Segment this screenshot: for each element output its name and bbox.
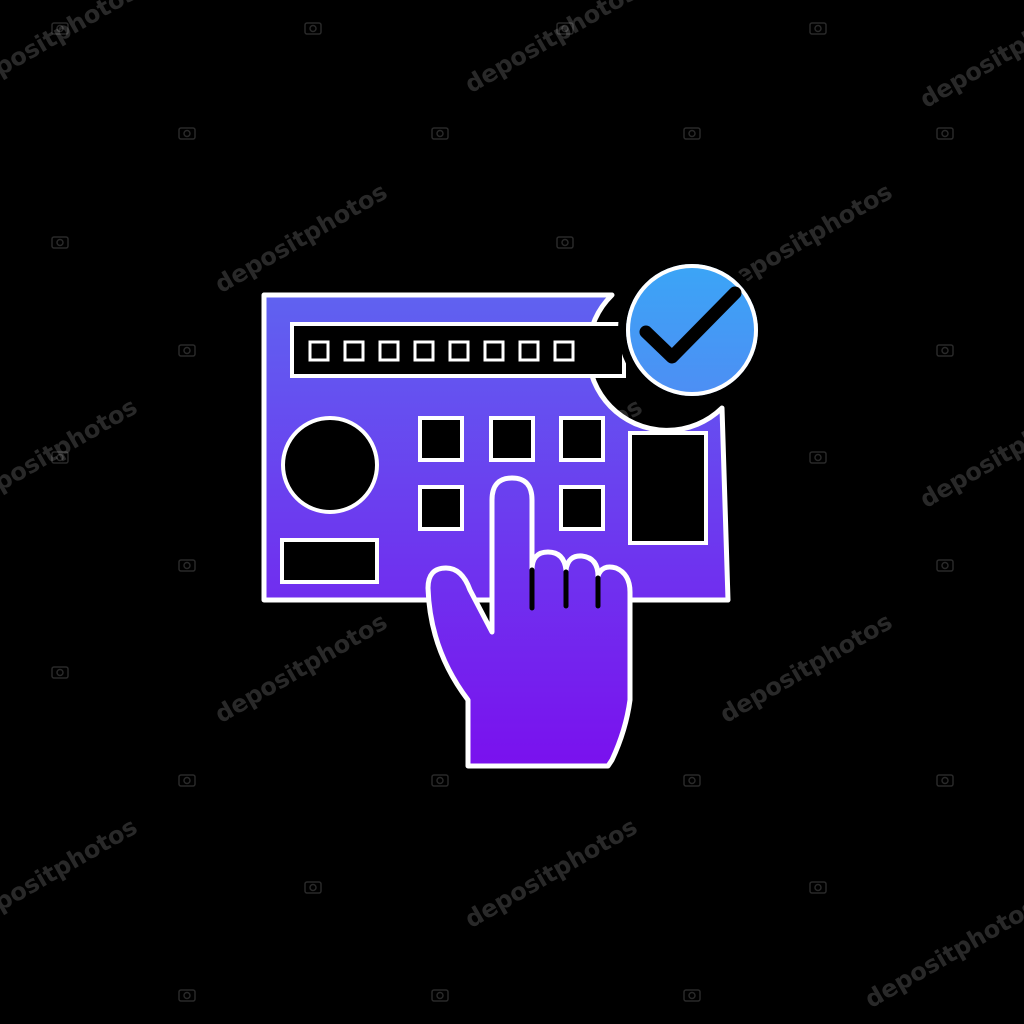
display-slot [448, 340, 470, 362]
watermark-camera-icon [936, 127, 954, 140]
watermark-camera-icon [178, 989, 196, 1002]
display-slot [518, 340, 540, 362]
watermark-camera-icon [178, 344, 196, 357]
watermark-camera-icon [936, 559, 954, 572]
watermark-text: depositphotos [915, 0, 1024, 114]
watermark-camera-icon [809, 451, 827, 464]
button-bottom-left [418, 485, 464, 531]
watermark-camera-icon [178, 774, 196, 787]
knob-circle [281, 416, 379, 514]
watermark-camera-icon [431, 774, 449, 787]
watermark-camera-icon [809, 22, 827, 35]
lower-slot [280, 538, 379, 584]
watermark-camera-icon [304, 881, 322, 894]
watermark-camera-icon [936, 774, 954, 787]
watermark-text: depositphotos [210, 607, 392, 728]
icon-canvas: depositphotos depositphotosdepositphotos d… [0, 0, 1024, 1014]
control-panel-icon [261, 256, 766, 769]
display-slot [413, 340, 435, 362]
watermark-camera-icon [178, 127, 196, 140]
watermark-camera-icon [683, 127, 701, 140]
display-slot [483, 340, 505, 362]
watermark-text: depositphotos [915, 392, 1024, 513]
watermark-camera-icon [304, 22, 322, 35]
button-bottom-right [559, 485, 605, 531]
watermark-camera-icon [178, 559, 196, 572]
watermark-camera-icon [936, 344, 954, 357]
watermark-text: depositphotos [0, 392, 142, 513]
watermark-camera-icon [51, 666, 69, 679]
watermark-camera-icon [683, 774, 701, 787]
display-slot [343, 340, 365, 362]
watermark-camera-icon [51, 236, 69, 249]
watermark-camera-icon [683, 989, 701, 1002]
display-slot [378, 340, 400, 362]
button-top-right [559, 416, 605, 462]
button-top-middle [489, 416, 535, 462]
watermark-camera-icon [556, 236, 574, 249]
display-slot [553, 340, 575, 362]
display-slot [308, 340, 330, 362]
watermark-text: depositphotos [460, 0, 642, 99]
watermark-camera-icon [431, 989, 449, 1002]
watermark-text: depositphotos [0, 0, 142, 99]
side-slot [628, 431, 708, 545]
watermark-camera-icon [809, 881, 827, 894]
button-top-left [418, 416, 464, 462]
watermark-text: depositphotos [460, 812, 642, 933]
watermark-text: depositphotos [0, 812, 142, 933]
watermark-text: depositphotos [860, 892, 1024, 1013]
watermark-camera-icon [431, 127, 449, 140]
watermark-text: depositphotos [210, 177, 392, 298]
watermark-text: depositphotos [715, 607, 897, 728]
